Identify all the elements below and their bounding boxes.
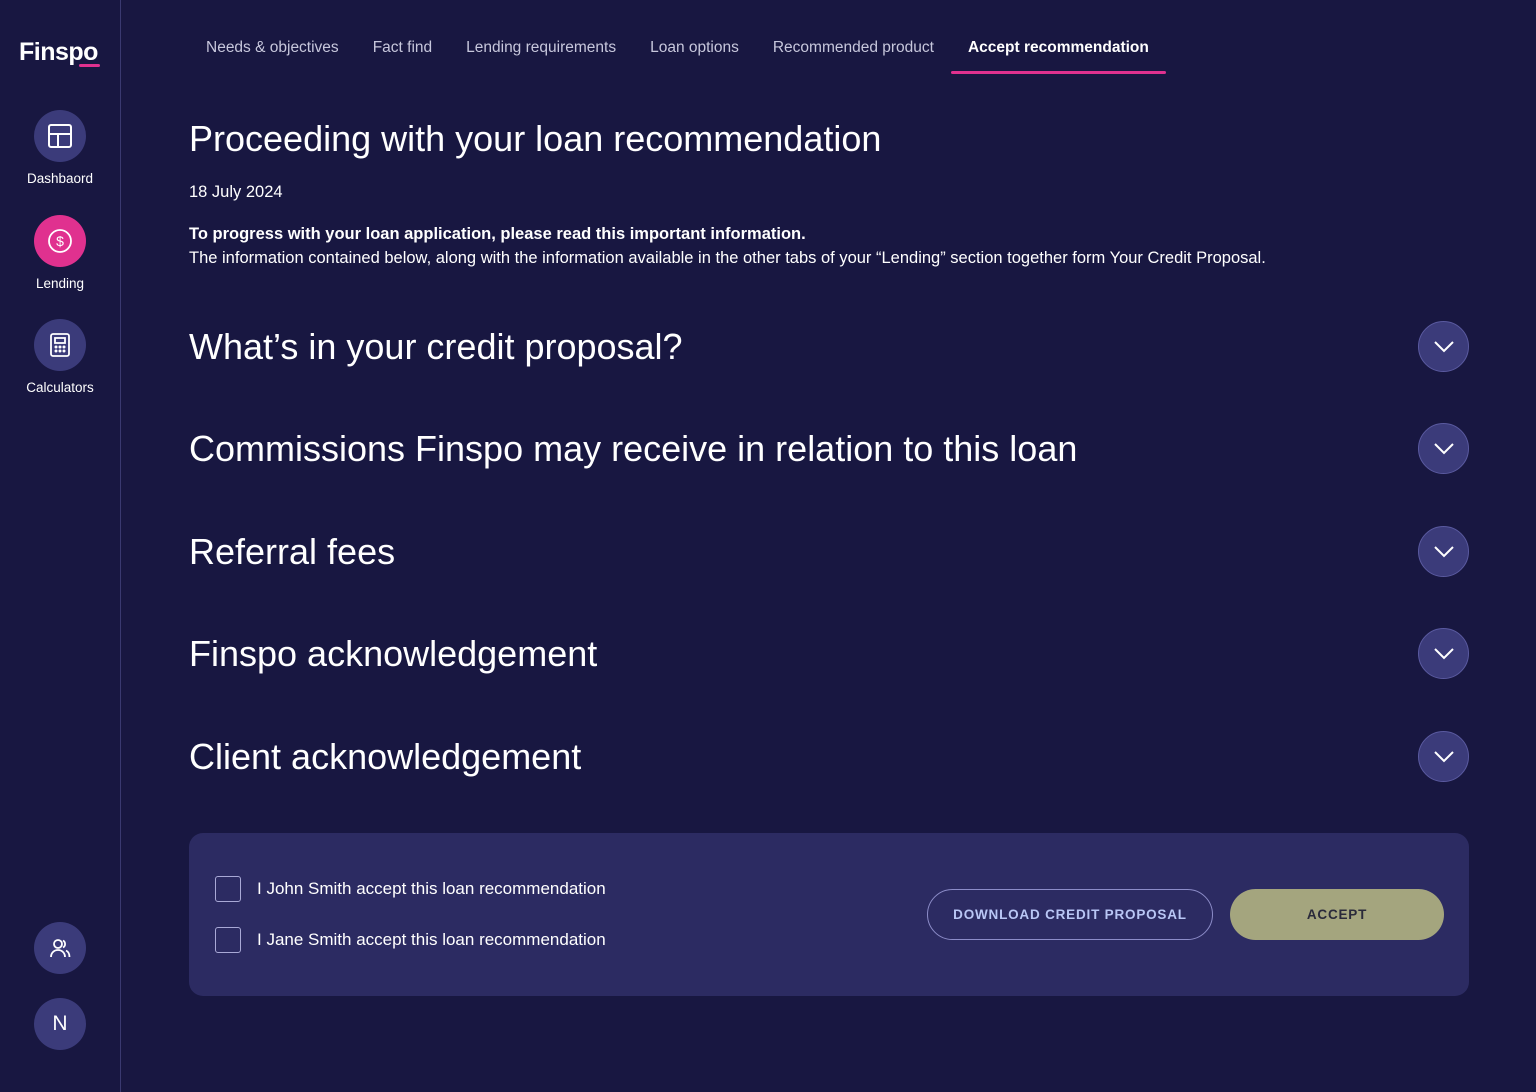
accordion-referral-fees[interactable]: Referral fees	[189, 526, 1469, 578]
accordion-title: Client acknowledgement	[189, 736, 582, 777]
accordion-title: Finspo acknowledgement	[189, 633, 598, 674]
tab-needs-objectives[interactable]: Needs & objectives	[189, 0, 356, 74]
accept-panel: I John Smith accept this loan recommenda…	[189, 833, 1469, 996]
chevron-down-icon[interactable]	[1418, 526, 1469, 577]
chevron-down-icon[interactable]	[1418, 628, 1469, 679]
checkbox[interactable]	[215, 876, 241, 902]
accept-check-jane[interactable]: I Jane Smith accept this loan recommenda…	[215, 927, 606, 953]
sidebar-item-label: Lending	[35, 276, 85, 291]
accordion-title: Referral fees	[189, 531, 396, 572]
sidebar-item-lending[interactable]: $ Lending	[0, 215, 120, 291]
chevron-down-icon[interactable]	[1418, 321, 1469, 372]
chevron-down-icon[interactable]	[1418, 731, 1469, 782]
checkbox-label: I Jane Smith accept this loan recommenda…	[257, 930, 606, 949]
sidebar-item-label: Dashbaord	[26, 171, 94, 186]
sidebar-item-label: Calculators	[26, 380, 94, 395]
download-credit-proposal-button[interactable]: DOWNLOAD CREDIT PROPOSAL	[927, 889, 1213, 940]
accept-check-john[interactable]: I John Smith accept this loan recommenda…	[215, 876, 606, 902]
sidebar-item-dashboard[interactable]: Dashbaord	[0, 110, 120, 186]
sidebar: Finspo Dashbaord $ Lending Calculators N	[0, 0, 121, 1092]
accordion-credit-proposal[interactable]: What’s in your credit proposal?	[189, 321, 1469, 373]
accordion-title: What’s in your credit proposal?	[189, 326, 683, 367]
tab-bar: Needs & objectives Fact find Lending req…	[189, 0, 1166, 74]
tab-lending-requirements[interactable]: Lending requirements	[449, 0, 633, 74]
avatar[interactable]: N	[34, 998, 86, 1050]
tab-recommended-product[interactable]: Recommended product	[756, 0, 951, 74]
info-heading: To progress with your loan application, …	[189, 225, 806, 243]
page-date: 18 July 2024	[189, 183, 283, 201]
dollar-icon: $	[34, 215, 86, 267]
checkbox-label: I John Smith accept this loan recommenda…	[257, 879, 606, 898]
accordion-finspo-acknowledgement[interactable]: Finspo acknowledgement	[189, 628, 1469, 680]
sidebar-item-calculators[interactable]: Calculators	[0, 319, 120, 395]
layout-icon	[34, 110, 86, 162]
calculator-icon	[34, 319, 86, 371]
info-text: The information contained below, along w…	[189, 249, 1266, 267]
accordion-title: Commissions Finspo may receive in relati…	[189, 428, 1078, 469]
tab-fact-find[interactable]: Fact find	[356, 0, 449, 74]
logo-underline	[79, 64, 100, 67]
checkbox[interactable]	[215, 927, 241, 953]
page-title: Proceeding with your loan recommendation	[189, 118, 882, 159]
accordion-commissions[interactable]: Commissions Finspo may receive in relati…	[189, 423, 1469, 475]
accordion-client-acknowledgement[interactable]: Client acknowledgement	[189, 731, 1469, 783]
users-icon[interactable]	[34, 922, 86, 974]
chevron-down-icon[interactable]	[1418, 423, 1469, 474]
svg-text:$: $	[56, 233, 64, 249]
finspo-logo[interactable]: Finspo	[19, 38, 98, 67]
accept-button[interactable]: ACCEPT	[1230, 889, 1444, 940]
tab-loan-options[interactable]: Loan options	[633, 0, 756, 74]
tab-accept-recommendation[interactable]: Accept recommendation	[950, 0, 1166, 74]
